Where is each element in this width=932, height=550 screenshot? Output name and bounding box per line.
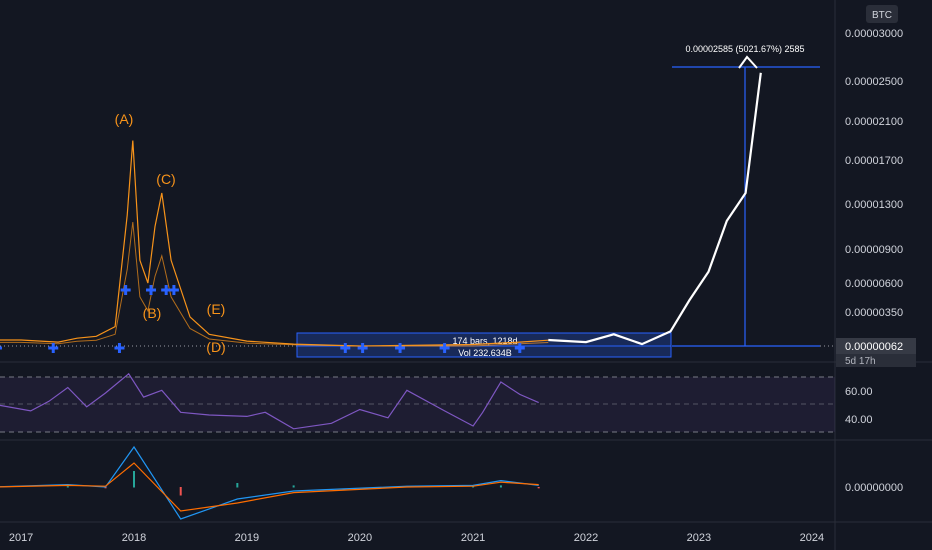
chart-canvas[interactable]: 174 bars, 1218d Vol 232.634B 0.00002585 … bbox=[0, 0, 932, 550]
macd-axis[interactable]: 0.00000000 bbox=[845, 482, 903, 494]
last-price-tag-label: 0.00000062 bbox=[845, 341, 903, 353]
wave-label-e: (E) bbox=[207, 301, 226, 317]
price-tick-label: 0.00001300 bbox=[845, 199, 903, 211]
time-tick-label: 2024 bbox=[800, 532, 824, 544]
price-tick-label: 0.00000350 bbox=[845, 307, 903, 319]
macd-histogram-bar bbox=[133, 471, 135, 488]
price-tick-label: 0.00002500 bbox=[845, 76, 903, 88]
time-tick-label: 2020 bbox=[348, 532, 372, 544]
rsi-tick-label: 60.00 bbox=[845, 386, 873, 398]
macd-histogram-bar bbox=[66, 486, 69, 488]
date-range-volume-label: Vol 232.634B bbox=[458, 348, 512, 358]
macd-histogram-bar bbox=[499, 485, 502, 488]
time-tick-label: 2018 bbox=[122, 532, 146, 544]
measure-label: 0.00002585 (5021.67%) 2585 bbox=[685, 44, 804, 54]
wave-label-c: (C) bbox=[156, 171, 175, 187]
price-tick-label: 0.00000600 bbox=[845, 278, 903, 290]
price-tick-label: 0.00001700 bbox=[845, 155, 903, 167]
time-tick-label: 2022 bbox=[574, 532, 598, 544]
price-tick-label: 0.00002100 bbox=[845, 116, 903, 128]
time-tick-label: 2021 bbox=[461, 532, 485, 544]
macd-histogram-bar bbox=[537, 487, 540, 489]
countdown-tag-label: 5d 17h bbox=[845, 356, 876, 367]
wave-label-a: (A) bbox=[115, 111, 134, 127]
price-tick-label: 0.00003000 bbox=[845, 28, 903, 40]
macd-histogram-bar bbox=[179, 487, 182, 496]
time-tick-label: 2019 bbox=[235, 532, 259, 544]
wave-label-b: (B) bbox=[143, 305, 162, 321]
macd-tick-label: 0.00000000 bbox=[845, 482, 903, 494]
macd-histogram-bar bbox=[236, 483, 239, 488]
time-tick-label: 2023 bbox=[687, 532, 711, 544]
macd-histogram-bar bbox=[292, 485, 295, 488]
time-tick-label: 2017 bbox=[9, 532, 33, 544]
price-tick-label: 0.00000900 bbox=[845, 244, 903, 256]
rsi-tick-label: 40.00 bbox=[845, 414, 873, 426]
currency-badge-label: BTC bbox=[872, 10, 892, 21]
wave-label-d: (D) bbox=[206, 339, 225, 355]
chart-background bbox=[0, 0, 932, 550]
